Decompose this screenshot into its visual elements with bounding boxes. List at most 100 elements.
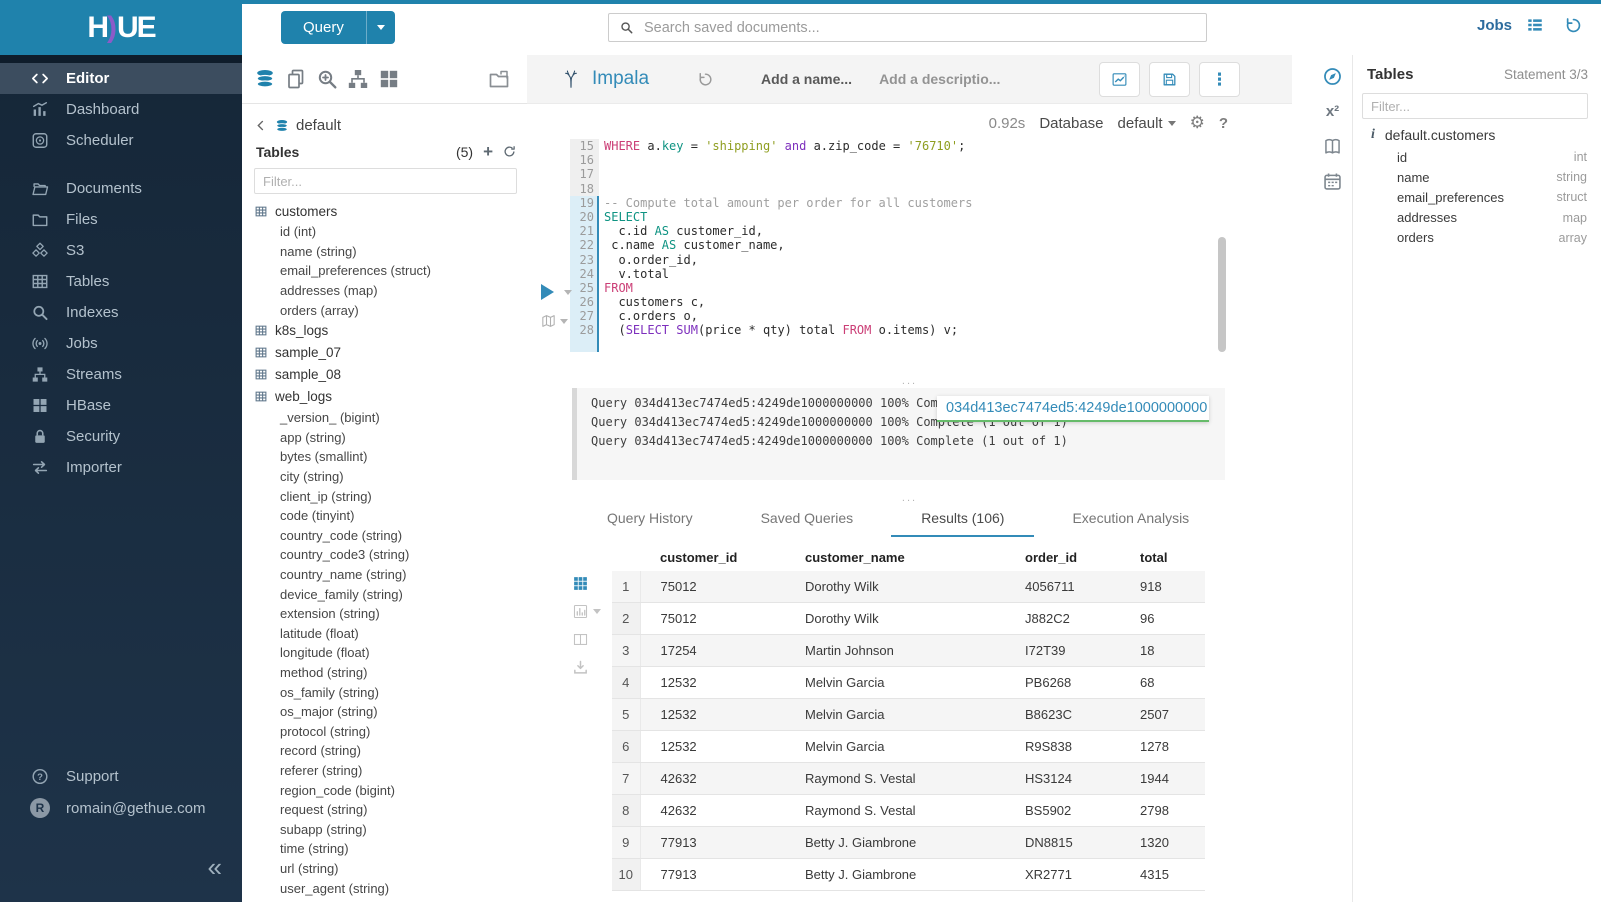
language-reference-icon[interactable]: [1322, 136, 1343, 157]
assist-column[interactable]: orders (array): [254, 300, 527, 320]
assist-column[interactable]: _version_ (bigint): [254, 408, 527, 428]
query-history-icon[interactable]: [697, 71, 714, 88]
grid-view-icon[interactable]: [572, 575, 589, 592]
active-table-row[interactable]: i default.customers: [1371, 127, 1601, 143]
resize-handle[interactable]: ...: [527, 494, 1292, 502]
download-icon[interactable]: [572, 659, 589, 676]
assist-column[interactable]: bytes (smallint): [254, 447, 527, 467]
query-description-field[interactable]: Add a descriptio...: [879, 71, 1000, 87]
sidebar-item-indexes[interactable]: Indexes: [0, 297, 242, 328]
sidebar-item-files[interactable]: Files: [0, 204, 242, 235]
sidebar-item-documents[interactable]: Documents: [0, 173, 242, 204]
column-header[interactable]: customer_id: [640, 543, 785, 571]
code-line[interactable]: 15WHERE a.key = 'shipping' and a.zip_cod…: [570, 139, 1222, 153]
assist-column[interactable]: time (string): [254, 839, 527, 859]
assist-column[interactable]: longitude (float): [254, 643, 527, 663]
code-line[interactable]: 25FROM: [570, 281, 1222, 295]
history-icon[interactable]: [1564, 16, 1583, 35]
jobs-list-icon[interactable]: [1524, 16, 1546, 34]
resize-handle[interactable]: ...: [527, 377, 1292, 385]
assistant-compass-icon[interactable]: [1322, 66, 1343, 87]
databases-icon[interactable]: [253, 67, 277, 91]
new-query-button[interactable]: Query: [281, 11, 395, 44]
documents-copy-icon[interactable]: [284, 67, 308, 91]
hue-logo[interactable]: H)UE: [0, 0, 242, 55]
assist-column[interactable]: subapp (string): [254, 819, 527, 839]
apps-grid-icon[interactable]: [377, 67, 401, 91]
assist-column[interactable]: method (string): [254, 663, 527, 683]
assist-column[interactable]: record (string): [254, 741, 527, 761]
assist-column[interactable]: url (string): [254, 859, 527, 879]
assist-table-sample-07[interactable]: sample_07: [254, 342, 527, 364]
schedule-icon[interactable]: [1322, 171, 1343, 192]
assist-column[interactable]: device_family (string): [254, 584, 527, 604]
chevron-left-icon[interactable]: [254, 119, 267, 132]
code-line[interactable]: 17: [570, 167, 1222, 181]
assist-column[interactable]: id (int): [254, 222, 527, 242]
sidebar-item-user[interactable]: R romain@gethue.com: [0, 792, 242, 824]
add-table-icon[interactable]: +: [483, 143, 493, 160]
code-line[interactable]: 19-- Compute total amount per order for …: [570, 196, 1222, 210]
assist-column[interactable]: user_agent (string): [254, 878, 527, 898]
assist-column[interactable]: email_preferences (struct): [254, 261, 527, 281]
columns-view-icon[interactable]: [572, 631, 589, 648]
assist-table-sample-08[interactable]: sample_08: [254, 364, 527, 386]
code-line[interactable]: 16: [570, 153, 1222, 167]
functions-icon[interactable]: x²: [1326, 101, 1339, 122]
assist-column[interactable]: country_code (string): [254, 526, 527, 546]
query-name-field[interactable]: Add a name...: [761, 71, 852, 87]
sidebar-item-hbase[interactable]: HBase: [0, 390, 242, 421]
sidebar-collapse-icon[interactable]: «: [208, 854, 222, 880]
sidebar-item-support[interactable]: Support: [0, 760, 242, 792]
assist-column[interactable]: country_code3 (string): [254, 545, 527, 565]
code-line[interactable]: 21 c.id AS customer_id,: [570, 224, 1222, 238]
sidebar-item-security[interactable]: Security: [0, 421, 242, 452]
column-header[interactable]: order_id: [1005, 543, 1120, 571]
breadcrumb-database-name[interactable]: default: [296, 117, 341, 134]
tables-filter-input[interactable]: [254, 168, 517, 194]
code-line[interactable]: 27 c.orders o,: [570, 309, 1222, 323]
assist-column[interactable]: referer (string): [254, 761, 527, 781]
column-row-id[interactable]: idint: [1353, 147, 1601, 167]
assist-column[interactable]: extension (string): [254, 604, 527, 624]
assist-column[interactable]: app (string): [254, 428, 527, 448]
query-dropdown-button[interactable]: [366, 11, 395, 44]
column-header[interactable]: customer_name: [785, 543, 1005, 571]
database-select[interactable]: default: [1118, 115, 1176, 132]
sidebar-item-importer[interactable]: Importer: [0, 452, 242, 483]
query-button-label[interactable]: Query: [281, 11, 366, 44]
folder-documents-icon[interactable]: [487, 67, 511, 91]
assist-column[interactable]: code (tinyint): [254, 506, 527, 526]
search-input[interactable]: [642, 19, 1206, 37]
zoom-in-icon[interactable]: [315, 67, 339, 91]
sidebar-item-dashboard[interactable]: Dashboard: [0, 94, 242, 125]
column-header[interactable]: total: [1120, 543, 1205, 571]
sidebar-item-s3[interactable]: S3: [0, 235, 242, 266]
assist-table-web-logs[interactable]: web_logs: [254, 386, 527, 408]
chart-view-icon[interactable]: [572, 603, 589, 620]
code-line[interactable]: 24 v.total: [570, 267, 1222, 281]
save-button[interactable]: [1149, 62, 1190, 97]
assist-column[interactable]: region_code (bigint): [254, 780, 527, 800]
refresh-icon[interactable]: [502, 144, 517, 159]
assist-column[interactable]: client_ip (string): [254, 486, 527, 506]
execute-button[interactable]: [541, 284, 572, 300]
settings-gear-icon[interactable]: ⚙: [1190, 113, 1205, 133]
code-line[interactable]: [570, 338, 1222, 352]
assist-column[interactable]: os_family (string): [254, 682, 527, 702]
presentation-mode-button[interactable]: [539, 313, 568, 329]
sidebar-item-tables[interactable]: Tables: [0, 266, 242, 297]
assist-column[interactable]: country_name (string): [254, 565, 527, 585]
sidebar-item-editor[interactable]: Editor: [0, 63, 242, 94]
code-line[interactable]: 23 o.order_id,: [570, 253, 1222, 267]
assist-table-k8s-logs[interactable]: k8s_logs: [254, 320, 527, 342]
assist-column[interactable]: request (string): [254, 800, 527, 820]
more-actions-button[interactable]: ⋮: [1199, 62, 1240, 97]
assist-column[interactable]: city (string): [254, 467, 527, 487]
engine-name[interactable]: Impala: [592, 68, 649, 90]
sidebar-item-streams[interactable]: Streams: [0, 359, 242, 390]
code-line[interactable]: 18: [570, 182, 1222, 196]
editor-scrollbar-thumb[interactable]: [1218, 237, 1226, 352]
sql-editor[interactable]: 15WHERE a.key = 'shipping' and a.zip_cod…: [527, 133, 1292, 358]
tab-saved-queries[interactable]: Saved Queries: [731, 503, 884, 537]
